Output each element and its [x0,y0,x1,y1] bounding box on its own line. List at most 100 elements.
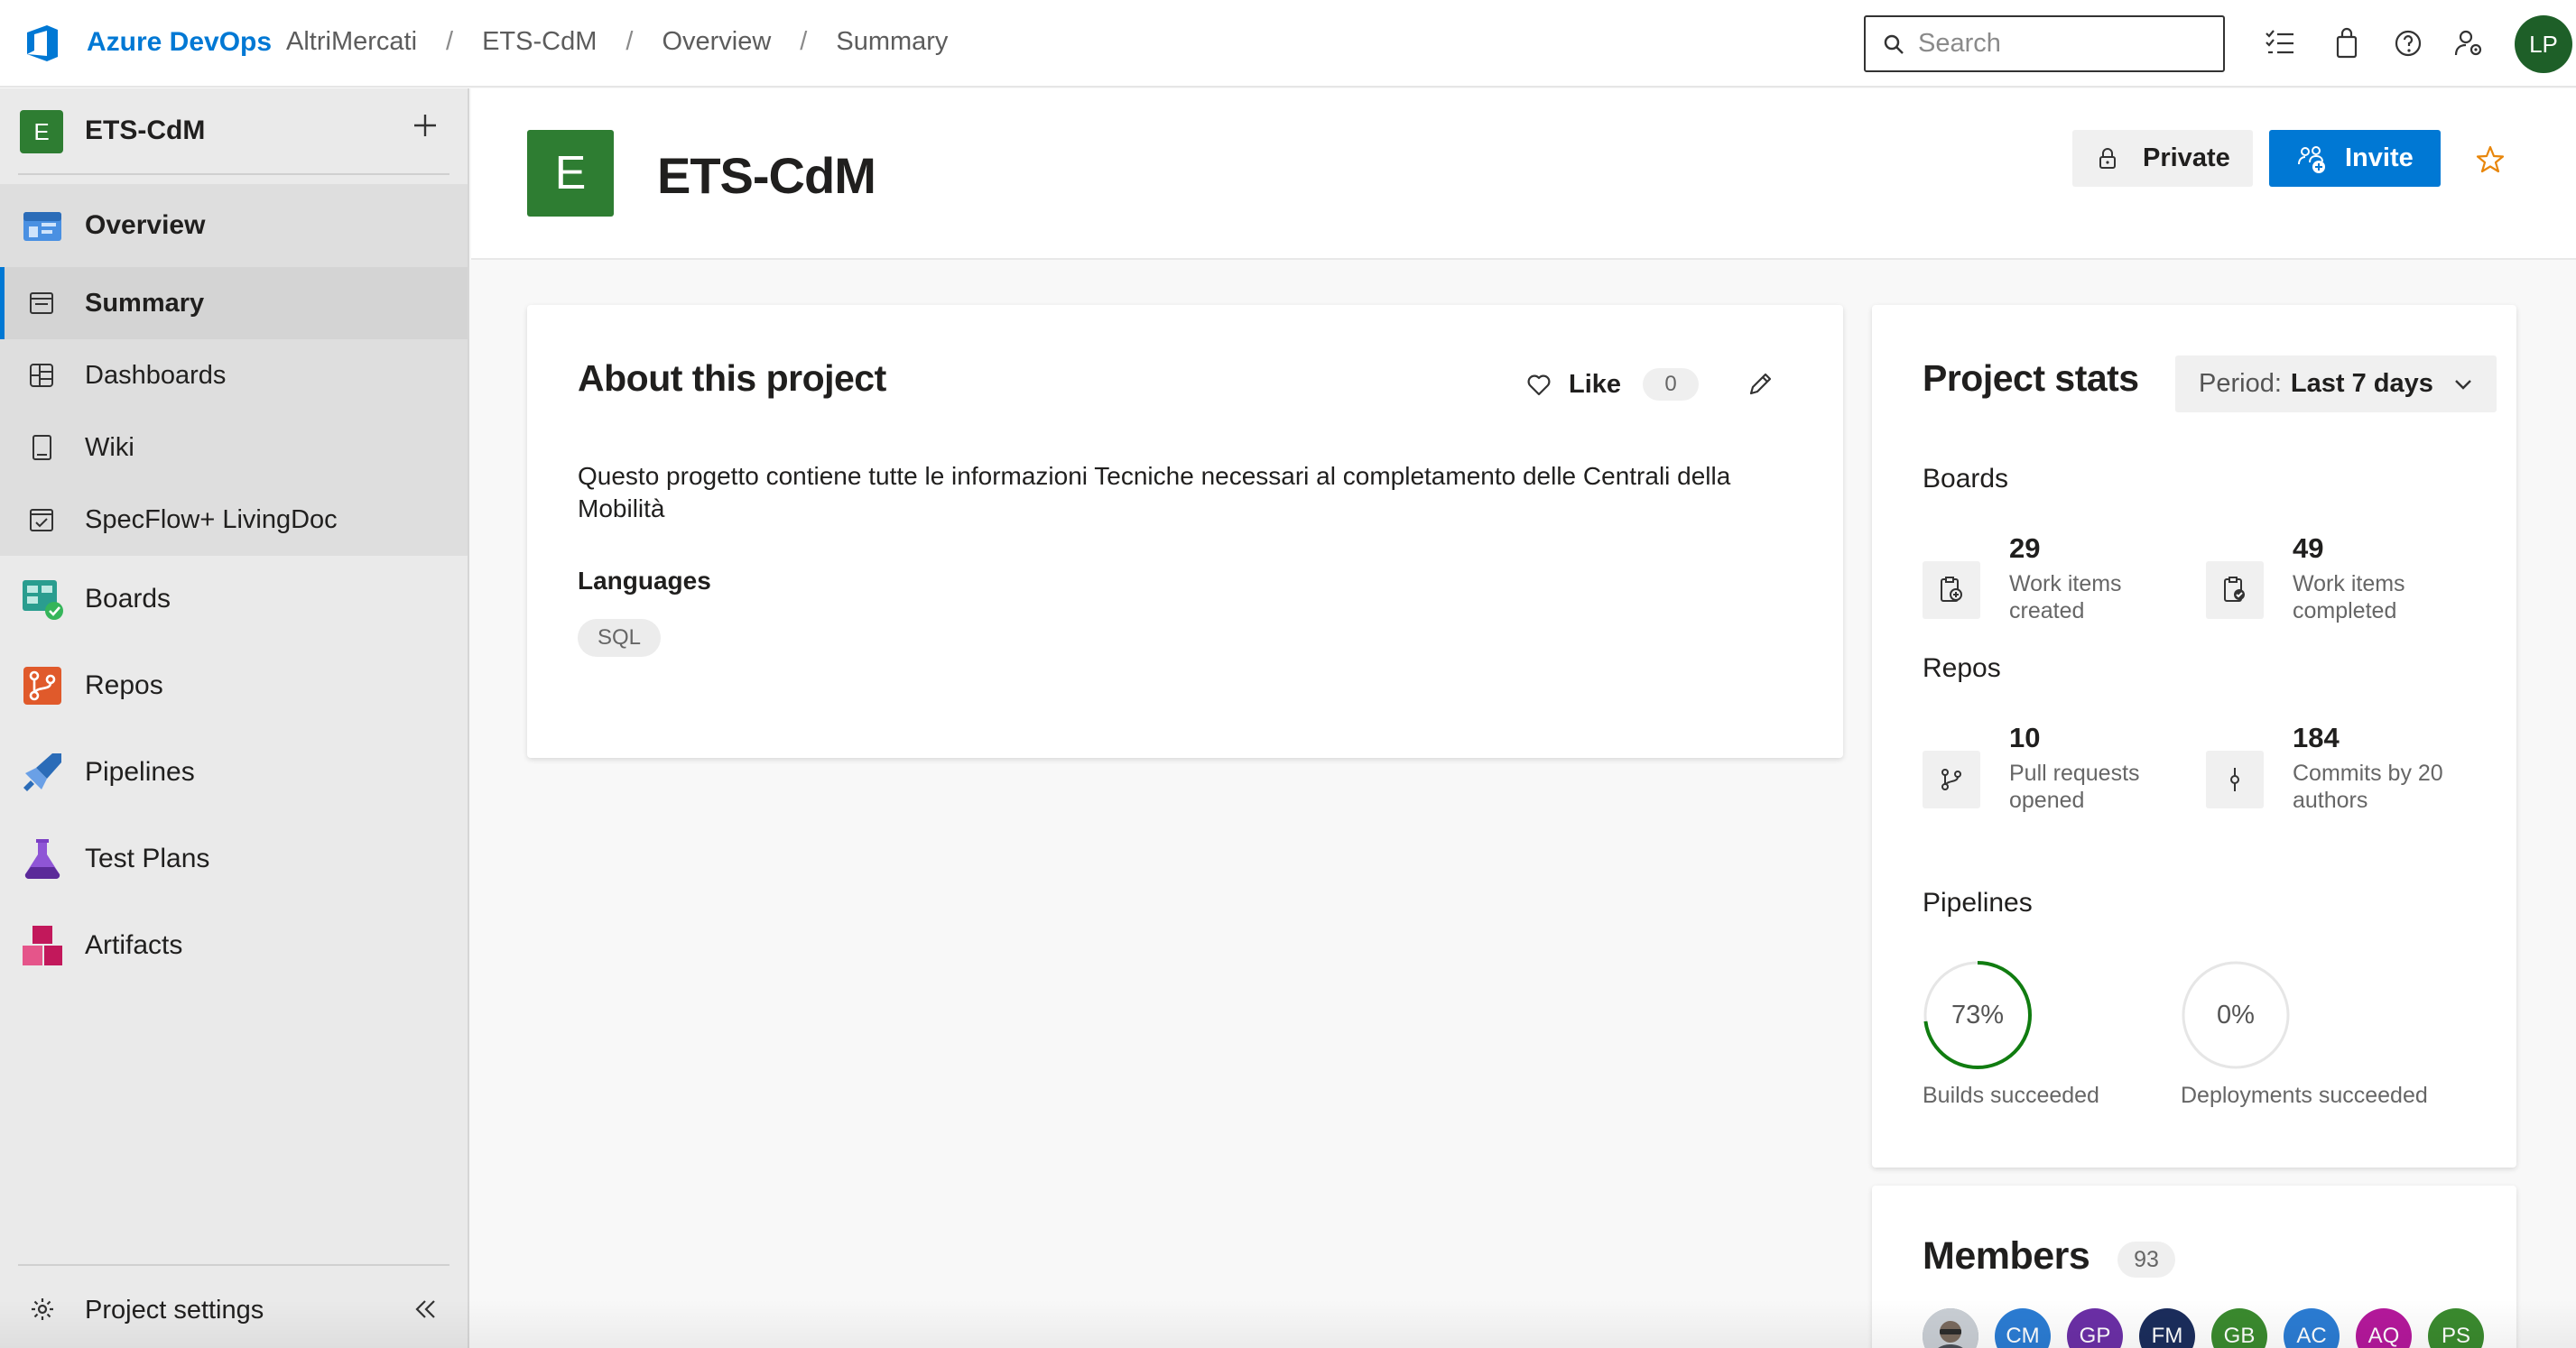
top-bar: Azure DevOps AltriMercati / ETS-CdM / Ov… [0,0,2576,88]
sidebar: E ETS-CdM Overview Summary Dashboards Wi… [0,88,469,1348]
repos-heading: Repos [1923,653,2001,683]
plus-icon[interactable] [410,110,440,141]
project-description: Questo progetto contiene tutte le inform… [578,462,1731,522]
breadcrumb-separator: / [446,27,454,56]
user-settings-icon[interactable] [2453,27,2486,60]
sidebar-divider [18,1264,449,1266]
project-badge: E [20,110,63,153]
members-count-badge: 93 [2117,1242,2175,1278]
stat-tile [1923,561,1980,619]
stat-value: 184 [2293,722,2340,753]
sidebar-item-label: Test Plans [85,844,210,873]
builds-progress-ring[interactable]: 73% [1923,960,2033,1070]
breadcrumb: AltriMercati / ETS-CdM / Overview / Summ… [286,27,948,57]
sidebar-item-label: Boards [85,584,171,614]
person-photo-icon [1923,1308,1978,1348]
search-box[interactable] [1864,15,2225,72]
sidebar-item-boards[interactable]: Boards [0,556,468,642]
page-title: ETS-CdM [657,147,876,204]
gear-icon [32,1298,53,1320]
search-icon [1884,34,1904,54]
members-title: Members [1923,1234,2090,1278]
about-title: About this project [578,357,886,399]
member-avatar[interactable]: AQ [2356,1308,2412,1348]
help-icon[interactable] [2392,27,2424,60]
work-items-list-icon[interactable] [2264,27,2296,60]
period-value: Last 7 days [2290,369,2433,398]
stat-label: Work items completed [2293,571,2405,623]
sidebar-item-artifacts[interactable]: Artifacts [0,902,468,989]
brand-link[interactable]: Azure DevOps [87,27,272,58]
period-dropdown[interactable]: Period: Last 7 days [2175,355,2497,412]
sidebar-divider [18,173,449,175]
breadcrumb-overview[interactable]: Overview [662,27,771,57]
sidebar-project-header[interactable]: E ETS-CdM [0,88,469,174]
project-avatar: E [527,130,614,217]
breadcrumb-summary[interactable]: Summary [836,27,948,57]
summary-icon [30,292,53,314]
wiki-icon [32,435,51,460]
breadcrumb-organization[interactable]: AltriMercati [286,27,417,57]
private-button[interactable]: Private [2072,130,2253,187]
collapse-sidebar-icon[interactable] [412,1296,439,1323]
test-plans-icon [24,839,60,880]
member-avatar[interactable]: CM [1995,1308,2051,1348]
sidebar-item-label: Dashboards [85,360,227,390]
builds-percent: 73% [1951,1001,2004,1029]
artifacts-icon [23,926,62,965]
sidebar-item-wiki[interactable]: Wiki [0,411,468,484]
lock-icon [2099,147,2116,169]
deployments-label: Deployments succeeded [2181,1083,2428,1108]
sidebar-project-name[interactable]: ETS-CdM [85,115,205,146]
language-tag: SQL [578,619,662,657]
member-avatar[interactable]: AC [2284,1308,2340,1348]
project-settings-link[interactable]: Project settings [0,1279,468,1343]
sidebar-item-repos[interactable]: Repos [0,642,468,729]
members-card: Members 93 CM GP FM GB AC AQ PS [1872,1186,2516,1348]
deployments-progress-ring[interactable]: 0% [2181,960,2291,1070]
member-avatar[interactable]: GP [2067,1308,2123,1348]
sidebar-item-overview[interactable]: Overview [0,184,468,267]
sidebar-item-label: Summary [85,288,205,318]
stat-tile [2206,751,2264,808]
dashboards-icon [30,364,53,387]
edit-pencil-icon[interactable] [1746,370,1774,399]
add-people-icon [2298,145,2325,173]
member-avatar[interactable]: PS [2428,1308,2484,1348]
marketplace-bag-icon[interactable] [2330,27,2363,60]
star-icon[interactable] [2475,144,2506,175]
stat-tile [2206,561,2264,619]
sidebar-item-dashboards[interactable]: Dashboards [0,339,468,411]
member-avatar[interactable]: FM [2139,1308,2195,1348]
azure-devops-logo-icon[interactable] [22,22,65,65]
search-input[interactable] [1918,29,2207,59]
sidebar-item-livingdoc[interactable]: SpecFlow+ LivingDoc [0,484,468,556]
page-header: E ETS-CdM Private Invite [471,88,2576,260]
boards-icon [23,580,63,620]
private-button-label: Private [2143,143,2230,172]
stat-value: 49 [2293,532,2324,564]
chevron-down-icon [2455,379,2471,390]
sidebar-item-test-plans[interactable]: Test Plans [0,816,468,902]
like-button[interactable]: Like 0 [1525,368,1700,401]
user-avatar[interactable]: LP [2515,15,2572,73]
work-item-completed-icon [2224,577,2245,602]
sidebar-item-summary[interactable]: Summary [0,267,468,339]
member-avatar[interactable] [1923,1308,1978,1348]
languages-heading: Languages [578,567,711,595]
like-count-badge: 0 [1643,368,1700,401]
member-avatar[interactable]: GB [2211,1308,2267,1348]
pipelines-heading: Pipelines [1923,888,2033,918]
invite-button[interactable]: Invite [2269,130,2441,187]
work-item-created-icon [1941,577,1962,602]
pull-request-icon [1941,769,1961,790]
heart-icon [1527,374,1551,396]
sidebar-item-label: Wiki [85,432,134,462]
breadcrumb-project[interactable]: ETS-CdM [482,27,597,57]
sidebar-item-pipelines[interactable]: Pipelines [0,729,468,816]
stat-label: Commits by 20 authors [2293,761,2443,813]
sidebar-item-label: Pipelines [85,757,195,787]
stat-label: Pull requests opened [2009,761,2140,813]
like-label: Like [1569,369,1622,399]
project-stats-card: Project stats Period: Last 7 days Boards… [1872,305,2516,1168]
